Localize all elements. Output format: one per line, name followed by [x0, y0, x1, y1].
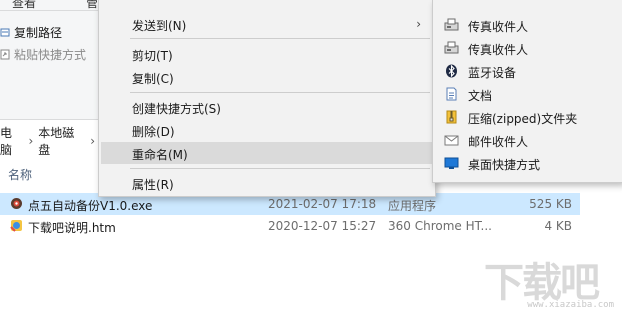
submenu-item-zipped-folder[interactable]: 压缩(zipped)文件夹	[433, 106, 622, 128]
column-header-name[interactable]: 名称	[8, 166, 32, 183]
menu-item-delete[interactable]: 删除(D)	[101, 119, 433, 141]
submenu-item-label: 传真收件人	[468, 43, 529, 57]
fax-icon	[444, 18, 459, 32]
menu-item-label: 剪切(T)	[132, 49, 173, 63]
copy-path-icon	[0, 27, 11, 38]
file-date: 2020-12-07 15:27	[268, 219, 377, 233]
breadcrumb-item[interactable]: 本地磁盘	[38, 124, 85, 158]
menu-item-label: 属性(R)	[132, 178, 174, 192]
submenu-item-label: 文档	[468, 89, 493, 103]
file-name: 点五自动备份V1.0.exe	[28, 199, 153, 213]
tab-manage[interactable]: 管	[86, 0, 98, 11]
ribbon-tab-bar: 查看 管	[0, 0, 100, 11]
chevron-right-icon[interactable]: ›	[28, 134, 33, 148]
chevron-right-icon: ›	[416, 17, 421, 31]
copy-path-label: 复制路径	[14, 25, 63, 40]
submenu-item-documents[interactable]: 文档	[433, 83, 622, 105]
file-date: 2021-02-07 17:18	[268, 197, 377, 211]
submenu-item-label: 传真收件人	[468, 20, 529, 34]
menu-item-label: 发送到(N)	[132, 19, 187, 33]
submenu-item-fax-recipient[interactable]: 传真收件人	[433, 14, 622, 36]
ribbon: 复制路径 粘贴快捷方式	[0, 11, 100, 120]
submenu-item-label: 蓝牙设备	[468, 66, 517, 80]
menu-item-label: 重命名(M)	[132, 148, 188, 162]
file-type: 360 Chrome HT...	[388, 219, 492, 233]
submenu-item-fax-recipient[interactable]: 传真收件人	[433, 37, 622, 59]
tab-view[interactable]: 查看	[12, 0, 36, 11]
submenu-item-bluetooth[interactable]: 蓝牙设备	[433, 60, 622, 82]
submenu-item-desktop-shortcut[interactable]: 桌面快捷方式	[433, 152, 622, 174]
context-menu: 发送到(N) › 剪切(T) 复制(C) 创建快捷方式(S) 删除(D) 重命名…	[98, 0, 436, 197]
watermark-logo: 下载吧 www.xiazaiba.com	[484, 250, 616, 310]
chevron-right-icon[interactable]: ›	[90, 134, 95, 148]
menu-separator	[130, 168, 430, 169]
file-name: 下载吧说明.htm	[28, 221, 116, 235]
submenu-item-label: 邮件收件人	[468, 135, 529, 149]
menu-item-cut[interactable]: 剪切(T)	[101, 43, 433, 65]
breadcrumb-item[interactable]: 电脑	[0, 124, 23, 158]
menu-item-label: 删除(D)	[132, 125, 175, 139]
fax-icon	[444, 41, 459, 55]
table-row[interactable]: 下载吧说明.htm 2020-12-07 15:27 360 Chrome HT…	[0, 215, 580, 237]
menu-item-copy[interactable]: 复制(C)	[101, 66, 433, 88]
bluetooth-icon	[444, 64, 459, 78]
paste-shortcut-button[interactable]: 粘贴快捷方式	[0, 45, 86, 63]
desktop-icon	[444, 156, 459, 170]
submenu-item-label: 桌面快捷方式	[468, 158, 541, 172]
copy-path-button[interactable]: 复制路径	[0, 23, 62, 41]
file-type: 应用程序	[388, 199, 437, 213]
watermark-url: www.xiazaiba.com	[527, 300, 614, 310]
paste-shortcut-label: 粘贴快捷方式	[14, 47, 87, 62]
app-icon	[10, 197, 23, 210]
document-icon	[444, 87, 459, 101]
menu-item-label: 创建快捷方式(S)	[132, 102, 221, 116]
paste-shortcut-icon	[0, 49, 11, 60]
submenu-item-mail-recipient[interactable]: 邮件收件人	[433, 129, 622, 151]
menu-item-send-to[interactable]: 发送到(N) ›	[101, 13, 433, 35]
mail-icon	[444, 133, 459, 147]
menu-item-properties[interactable]: 属性(R)	[101, 172, 433, 194]
menu-item-label: 复制(C)	[132, 72, 174, 86]
submenu-item-label: 压缩(zipped)文件夹	[468, 112, 578, 126]
menu-item-create-shortcut[interactable]: 创建快捷方式(S)	[101, 96, 433, 118]
menu-separator	[130, 92, 430, 93]
zip-folder-icon	[444, 110, 459, 124]
chrome-html-icon	[10, 219, 23, 232]
file-size: 4 KB	[544, 219, 572, 233]
send-to-submenu: 传真收件人 传真收件人 蓝牙设备 文档 压缩(zipped)文件夹 邮件收件人	[432, 0, 622, 183]
file-size: 525 KB	[529, 197, 572, 211]
breadcrumb: 电脑 › 本地磁盘 ›	[0, 126, 100, 157]
menu-item-rename[interactable]: 重命名(M)	[101, 142, 433, 164]
menu-separator	[130, 38, 430, 39]
